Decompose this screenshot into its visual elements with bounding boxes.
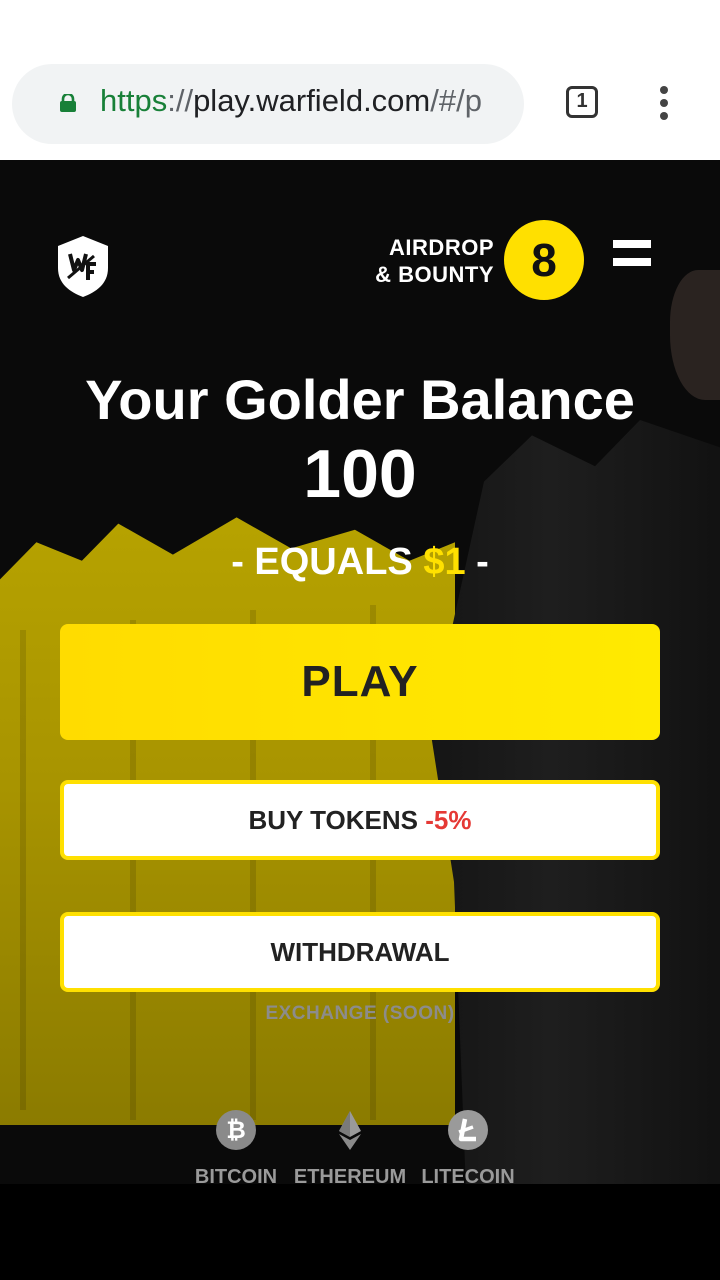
- lock-icon: [60, 94, 76, 112]
- ethereum-option: ETHEREUM: [290, 1110, 410, 1184]
- bottom-area: [0, 1184, 720, 1280]
- browser-toolbar: https://play.warfield.com/#/p 1: [0, 0, 720, 160]
- withdrawal-button[interactable]: WITHDRAWAL: [60, 912, 660, 992]
- buy-tokens-discount: -5%: [425, 805, 472, 835]
- page-content: AIRDROP & BOUNTY 8 Your Golder Balance 1…: [0, 160, 720, 1184]
- balance-value: 100: [303, 436, 417, 512]
- ethereum-label: ETHEREUM: [293, 1166, 407, 1184]
- url-separator: ://: [167, 83, 194, 118]
- ethereum-icon: [339, 1111, 361, 1150]
- tab-switcher-button[interactable]: 1: [566, 86, 598, 118]
- airdrop-count-badge[interactable]: 8: [504, 220, 584, 300]
- svg-text:₿: ₿: [226, 1117, 246, 1144]
- url-text: https://play.warfield.com/#/p: [100, 83, 482, 119]
- hamburger-menu-icon[interactable]: [613, 240, 651, 270]
- url-scheme: https: [100, 83, 168, 118]
- url-host: play.warfield.com: [193, 83, 431, 118]
- equals-amount: $1: [423, 541, 466, 583]
- litecoin-label: LITECOIN: [421, 1166, 515, 1184]
- bitcoin-option: ₿ BITCOIN: [176, 1110, 296, 1184]
- bitcoin-icon: ₿: [216, 1110, 256, 1150]
- airdrop-label-line2: & BOUNTY: [375, 262, 494, 287]
- litecoin-icon: [448, 1110, 488, 1150]
- litecoin-option: LITECOIN: [408, 1110, 528, 1184]
- equals-suffix: -: [465, 541, 489, 583]
- browser-menu-icon[interactable]: [656, 86, 672, 122]
- url-path: /#/p: [430, 83, 482, 118]
- equals-prefix: - EQUALS: [231, 541, 424, 583]
- balance-equivalent: - EQUALS $1 -: [0, 538, 720, 586]
- play-button[interactable]: PLAY: [60, 624, 660, 740]
- buy-tokens-button[interactable]: BUY TOKENS -5%: [60, 780, 660, 860]
- airdrop-label-line1: AIRDROP: [389, 235, 494, 260]
- background-detail: [20, 630, 26, 1110]
- address-bar[interactable]: https://play.warfield.com/#/p: [12, 64, 524, 144]
- buy-tokens-label: BUY TOKENS: [248, 805, 426, 835]
- balance-title: Your Golder Balance: [85, 368, 635, 431]
- warfield-logo-icon[interactable]: [56, 234, 110, 298]
- exchange-soon-label: EXCHANGE (SOON): [265, 1003, 455, 1024]
- airdrop-bounty-link[interactable]: AIRDROP & BOUNTY: [375, 234, 494, 288]
- bitcoin-label: BITCOIN: [194, 1166, 278, 1184]
